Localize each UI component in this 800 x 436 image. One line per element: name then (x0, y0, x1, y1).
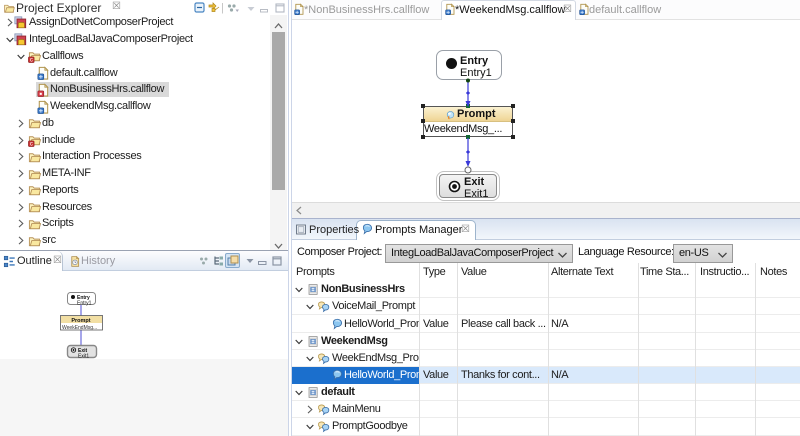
svg-text:Entry1: Entry1 (77, 301, 92, 307)
svg-text:Exit1: Exit1 (78, 354, 89, 360)
svg-text:Prompt: Prompt (71, 318, 90, 324)
svg-text:WeekEndMsg...: WeekEndMsg... (62, 325, 97, 331)
